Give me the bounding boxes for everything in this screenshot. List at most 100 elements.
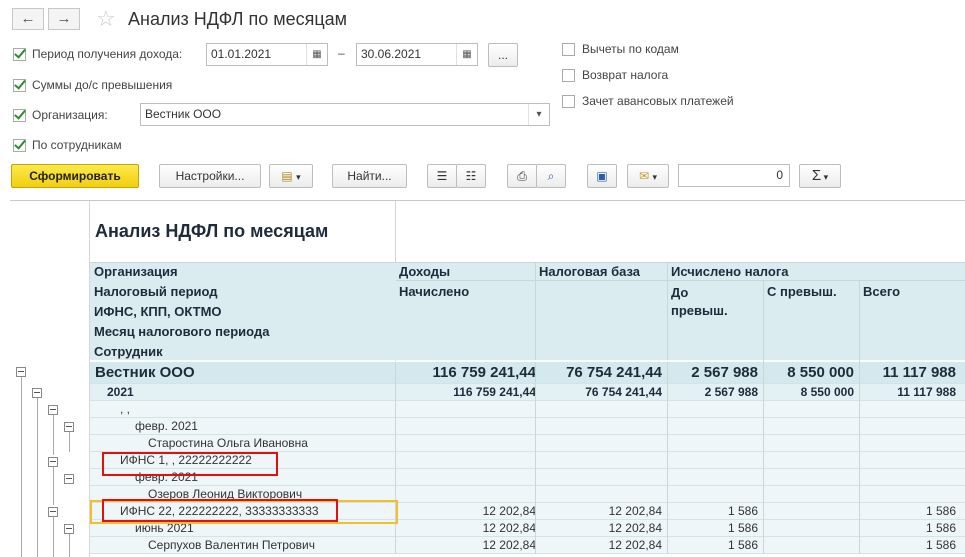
settings-button[interactable]: Настройки...: [159, 164, 261, 188]
column-divider: [763, 520, 764, 537]
date-separator: –: [338, 46, 345, 60]
column-divider: [667, 537, 668, 554]
collapse-toggle[interactable]: [48, 457, 58, 467]
column-divider: [535, 486, 536, 503]
row-label: февр. 2021: [135, 419, 198, 433]
report-area[interactable]: Анализ НДФЛ по месяцам Организация Налог…: [10, 200, 965, 557]
sigma-icon: Σ: [811, 167, 822, 184]
advance-checkbox[interactable]: [562, 95, 575, 108]
print-button[interactable]: ⎙: [507, 164, 537, 188]
column-divider: [395, 469, 396, 486]
sums-checkbox[interactable]: [13, 79, 26, 92]
column-divider: [535, 435, 536, 452]
arrow-left-icon: ←: [20, 10, 36, 27]
column-divider: [667, 503, 668, 520]
grouping-header-period: Налоговый период: [94, 284, 218, 299]
calendar-icon[interactable]: ▦: [306, 44, 327, 65]
table-row[interactable]: Вестник ООО 116 759 241,44 76 754 241,44 2 …: [90, 362, 965, 384]
col-income: Доходы: [399, 264, 451, 279]
col-tax-before: До превыш.: [671, 285, 728, 318]
period-checkbox[interactable]: [13, 48, 26, 61]
printer-icon: ⎙: [517, 169, 527, 183]
column-divider: [859, 435, 860, 452]
variants-button[interactable]: ▤ ▾: [269, 164, 313, 188]
cell-before: 1 586: [727, 521, 758, 535]
table-row[interactable]: февр. 2021: [90, 418, 965, 435]
column-divider: [535, 469, 536, 486]
cell-income: 12 202,84: [482, 538, 536, 552]
star-icon[interactable]: ☆: [96, 6, 116, 32]
cell-income: 116 759 241,44: [453, 385, 536, 399]
column-divider: [535, 384, 536, 401]
column-divider: [763, 452, 764, 469]
collapse-all-button[interactable]: ☷: [456, 164, 486, 188]
column-divider: [535, 503, 536, 520]
collapse-toggle[interactable]: [64, 422, 74, 432]
date-from-input[interactable]: 01.01.2021 ▦: [206, 43, 328, 66]
save-button[interactable]: ▣: [587, 164, 617, 188]
column-divider: [667, 452, 668, 469]
collapse-toggle[interactable]: [16, 367, 26, 377]
column-divider: [395, 384, 396, 401]
collapse-toggle[interactable]: [48, 405, 58, 415]
column-divider: [395, 418, 396, 435]
collapse-toggle[interactable]: [32, 388, 42, 398]
cell-after: 8 550 000: [787, 364, 854, 381]
column-divider: [763, 384, 764, 401]
column-divider: [667, 435, 668, 452]
by-employees-checkbox[interactable]: [13, 139, 26, 152]
preview-button[interactable]: ⌕: [536, 164, 566, 188]
sum-mode-button[interactable]: Σ ▾: [799, 164, 841, 188]
floppy-icon: ▣: [596, 169, 608, 183]
column-divider: [763, 486, 764, 503]
table-row[interactable]: 2021 116 759 241,44 76 754 241,44 2 567 988…: [90, 384, 965, 401]
column-divider: [763, 537, 764, 554]
tax-refund-checkbox[interactable]: [562, 69, 575, 82]
chevron-down-icon[interactable]: ▾: [528, 104, 549, 125]
by-employees-label: По сотрудникам: [32, 138, 122, 152]
send-button[interactable]: ✉ ▾: [627, 164, 669, 188]
grouping-header-month: Месяц налогового периода: [94, 324, 270, 339]
cell-total: 1 586: [925, 521, 956, 535]
column-divider: [535, 401, 536, 418]
column-divider: [763, 418, 764, 435]
org-select[interactable]: Вестник ООО ▾: [140, 103, 550, 126]
column-divider: [763, 362, 764, 384]
collapse-toggle[interactable]: [48, 507, 58, 517]
column-divider: [667, 362, 668, 384]
column-divider: [859, 401, 860, 418]
column-divider: [667, 469, 668, 486]
period-select-button[interactable]: ...: [488, 43, 518, 67]
collapse-icon: ☷: [465, 169, 477, 183]
highlight-box: [102, 499, 338, 522]
expand-icon: ☰: [436, 169, 448, 183]
forward-button[interactable]: →: [48, 8, 80, 30]
back-button[interactable]: ←: [12, 8, 44, 30]
expand-all-button[interactable]: ☰: [427, 164, 457, 188]
table-row[interactable]: Серпухов Валентин Петрович 12 202,84 12 20…: [90, 537, 965, 554]
deductions-checkbox[interactable]: [562, 43, 575, 56]
date-to-input[interactable]: 30.06.2021 ▦: [356, 43, 478, 66]
table-row[interactable]: , ,: [90, 401, 965, 418]
cell-before: 2 567 988: [691, 364, 758, 381]
arrow-right-icon: →: [56, 10, 72, 27]
calendar-icon[interactable]: ▦: [456, 44, 477, 65]
column-divider: [667, 384, 668, 401]
sum-field[interactable]: 0: [678, 164, 790, 187]
variants-icon: ▤: [281, 169, 293, 183]
report-title: Анализ НДФЛ по месяцам: [95, 221, 329, 241]
generate-button[interactable]: Сформировать: [11, 164, 139, 188]
column-divider: [859, 503, 860, 520]
preview-icon: ⌕: [547, 169, 555, 183]
row-label: Вестник ООО: [95, 364, 195, 381]
row-label: Старостина Ольга Ивановна: [148, 436, 308, 450]
find-button[interactable]: Найти...: [332, 164, 407, 188]
collapse-toggle[interactable]: [64, 524, 74, 534]
column-divider: [859, 486, 860, 503]
org-checkbox[interactable]: [13, 109, 26, 122]
row-label: Серпухов Валентин Петрович: [148, 538, 315, 552]
collapse-toggle[interactable]: [64, 474, 74, 484]
col-base: Налоговая база: [539, 264, 641, 279]
table-row[interactable]: Старостина Ольга Ивановна: [90, 435, 965, 452]
row-label: 2021: [107, 385, 134, 399]
